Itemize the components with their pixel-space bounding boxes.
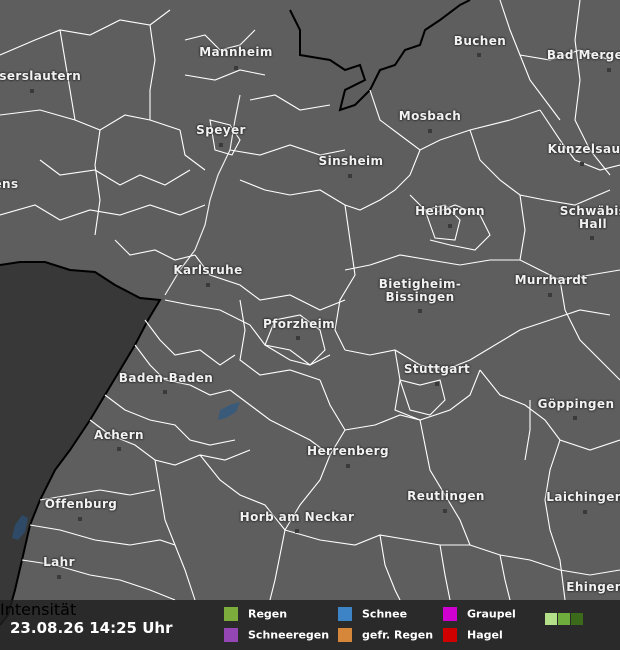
intensity-label: Intensität bbox=[0, 600, 77, 619]
city-marker-goeppingen[interactable] bbox=[573, 416, 577, 420]
state-border bbox=[289, 0, 471, 112]
city-marker-kuenzelsau[interactable] bbox=[580, 162, 584, 166]
city-label-kaiserslautern[interactable]: iserslautern bbox=[0, 70, 81, 83]
city-label-reutlingen[interactable]: Reutlingen bbox=[407, 490, 485, 503]
city-label-schwaebisch-hall[interactable]: Schwäbis Hall bbox=[560, 205, 620, 231]
city-marker-mosbach[interactable] bbox=[428, 129, 432, 133]
lake bbox=[218, 402, 240, 420]
city-label-laichingen[interactable]: Laichingen bbox=[546, 491, 620, 504]
city-marker-sinsheim[interactable] bbox=[348, 174, 352, 178]
city-marker-baden-baden[interactable] bbox=[163, 390, 167, 394]
city-label-sinsheim[interactable]: Sinsheim bbox=[319, 155, 384, 168]
city-label-offenburg[interactable]: Offenburg bbox=[45, 498, 118, 511]
city-label-buchen[interactable]: Buchen bbox=[454, 35, 506, 48]
city-marker-bad-mergentheim[interactable] bbox=[607, 68, 611, 72]
city-label-achern[interactable]: Achern bbox=[94, 429, 144, 442]
city-marker-mannheim[interactable] bbox=[234, 66, 238, 70]
city-label-mosbach[interactable]: Mosbach bbox=[399, 110, 461, 123]
weather-map[interactable]: Mannheim iserslautern Buchen Bad Merge S… bbox=[0, 0, 620, 650]
city-marker-pforzheim[interactable] bbox=[296, 336, 300, 340]
city-marker-reutlingen[interactable] bbox=[443, 509, 447, 513]
city-marker-lahr[interactable] bbox=[57, 575, 61, 579]
city-label-stuttgart[interactable]: Stuttgart bbox=[404, 363, 470, 376]
city-marker-murrhardt[interactable] bbox=[548, 293, 552, 297]
city-label-karlsruhe[interactable]: Karlsruhe bbox=[173, 264, 242, 277]
city-marker-herrenberg[interactable] bbox=[346, 464, 350, 468]
france-region bbox=[0, 262, 160, 625]
city-marker-schwaebisch-hall[interactable] bbox=[590, 236, 594, 240]
city-label-mannheim[interactable]: Mannheim bbox=[199, 46, 273, 59]
intensity-swatch-low bbox=[545, 613, 557, 625]
city-marker-kaiserslautern[interactable] bbox=[30, 89, 34, 93]
city-label-bad-mergentheim[interactable]: Bad Merge bbox=[547, 49, 620, 62]
timestamp: 23.08.26 14:25 Uhr bbox=[10, 619, 173, 637]
city-marker-horb[interactable] bbox=[295, 529, 299, 533]
city-label-landau[interactable]: ens bbox=[0, 178, 19, 191]
city-marker-speyer[interactable] bbox=[219, 143, 223, 147]
city-marker-karlsruhe[interactable] bbox=[206, 283, 210, 287]
city-label-baden-baden[interactable]: Baden-Baden bbox=[119, 372, 213, 385]
legend-swatch-schnee bbox=[338, 607, 352, 621]
city-label-ehingen[interactable]: Ehingen bbox=[566, 581, 620, 594]
city-label-speyer[interactable]: Speyer bbox=[196, 124, 246, 137]
city-label-kuenzelsau[interactable]: Künzelsau bbox=[548, 143, 620, 156]
legend-swatch-schneeregen bbox=[224, 628, 238, 642]
city-marker-offenburg[interactable] bbox=[78, 517, 82, 521]
city-label-goeppingen[interactable]: Göppingen bbox=[538, 398, 615, 411]
legend-swatch-graupel bbox=[443, 607, 457, 621]
city-marker-buchen[interactable] bbox=[477, 53, 481, 57]
legend-item-hagel: Hagel bbox=[443, 628, 503, 642]
city-label-bietigheim[interactable]: Bietigheim- Bissingen bbox=[379, 278, 462, 304]
city-marker-laichingen[interactable] bbox=[583, 510, 587, 514]
city-label-lahr[interactable]: Lahr bbox=[43, 556, 75, 569]
legend-item-regen: Regen bbox=[224, 607, 287, 621]
intensity-swatch-high bbox=[571, 613, 583, 625]
city-marker-heilbronn[interactable] bbox=[448, 224, 452, 228]
city-marker-stuttgart[interactable] bbox=[435, 382, 439, 386]
legend-item-graupel: Graupel bbox=[443, 607, 516, 621]
city-label-heilbronn[interactable]: Heilbronn bbox=[415, 205, 485, 218]
legend-swatch-hagel bbox=[443, 628, 457, 642]
legend-swatch-regen bbox=[224, 607, 238, 621]
legend-item-schnee: Schnee bbox=[338, 607, 407, 621]
legend-item-schneeregen: Schneeregen bbox=[224, 628, 329, 642]
intensity-swatch-mid bbox=[558, 613, 570, 625]
city-label-herrenberg[interactable]: Herrenberg bbox=[307, 445, 389, 458]
legend-item-gefr-regen: gefr. Regen bbox=[338, 628, 433, 642]
city-marker-bietigheim[interactable] bbox=[418, 309, 422, 313]
legend-swatch-gefr-regen bbox=[338, 628, 352, 642]
legend-bar: 23.08.26 14:25 Uhr Regen Schnee Graupel … bbox=[0, 600, 620, 650]
city-label-pforzheim[interactable]: Pforzheim bbox=[263, 318, 335, 331]
city-marker-achern[interactable] bbox=[117, 447, 121, 451]
city-label-horb[interactable]: Horb am Neckar bbox=[240, 511, 355, 524]
intensity-scale bbox=[545, 610, 584, 629]
city-label-murrhardt[interactable]: Murrhardt bbox=[515, 274, 588, 287]
